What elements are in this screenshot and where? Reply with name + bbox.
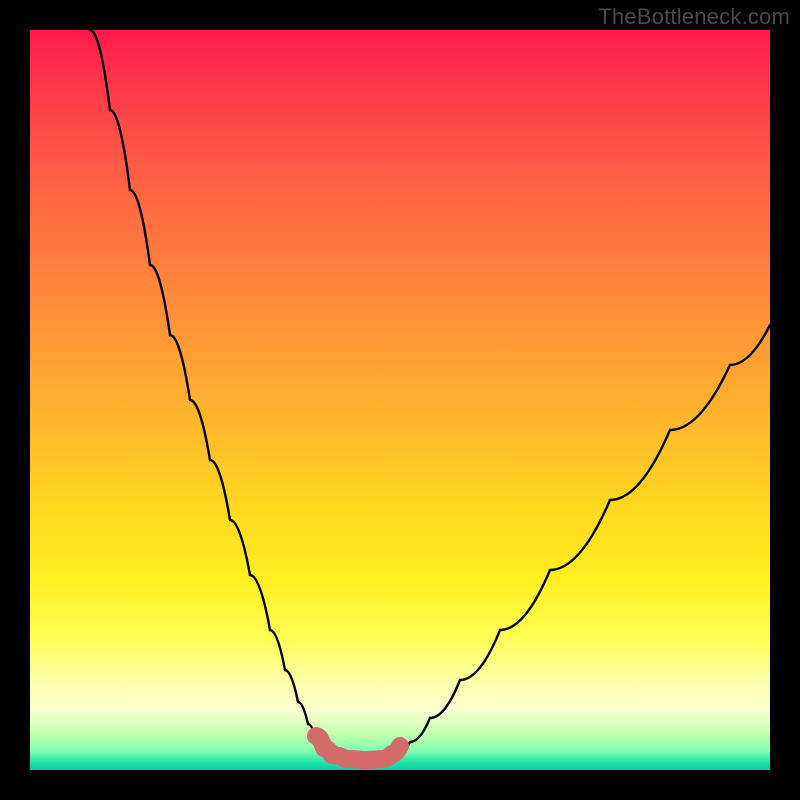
bottleneck-curve-left <box>90 30 330 756</box>
curve-svg <box>30 30 770 770</box>
watermark-text: TheBottleneck.com <box>598 4 790 30</box>
outer-frame: TheBottleneck.com <box>0 0 800 800</box>
highlight-markers <box>316 736 400 760</box>
plot-area <box>30 30 770 770</box>
bottleneck-curve-right <box>396 325 770 756</box>
